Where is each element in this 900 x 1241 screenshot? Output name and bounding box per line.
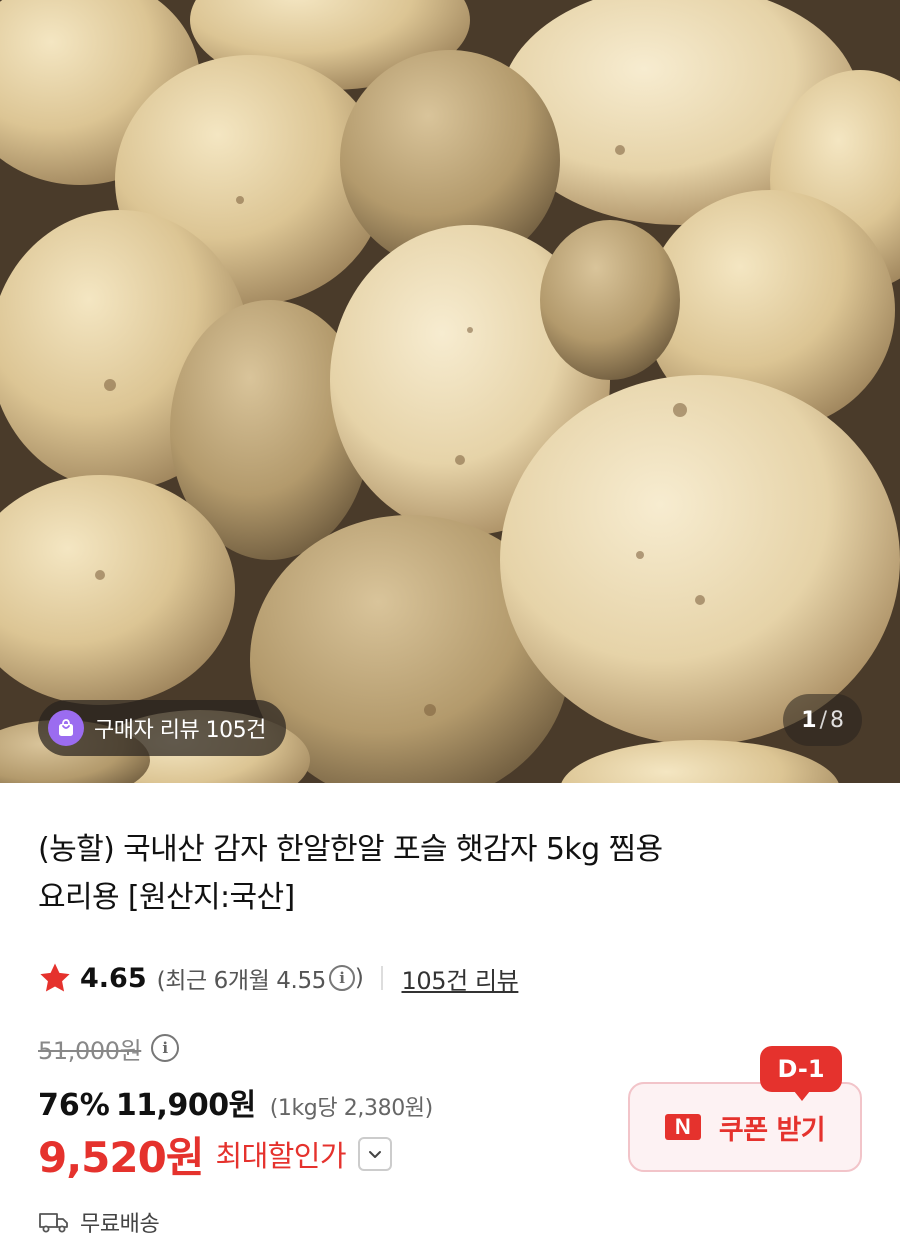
star-icon — [40, 963, 70, 992]
truck-icon — [39, 1213, 68, 1233]
shipping-row: 무료배송 — [38, 1204, 160, 1240]
discount-rate: 76% — [38, 1088, 110, 1123]
potatoes-photo — [0, 0, 900, 783]
chevron-down-icon — [368, 1151, 381, 1158]
buyer-review-chip[interactable]: 구매자 리뷰 105건 — [38, 700, 286, 756]
product-image-carousel[interactable]: 구매자 리뷰 105건 1 / 8 — [0, 0, 900, 783]
image-counter-separator: / — [819, 707, 827, 733]
max-discount-toggle[interactable] — [357, 1137, 392, 1171]
review-count-link[interactable]: 105건 리뷰 — [401, 961, 518, 996]
recent-rating-text: (최근 6개월 4.55 — [156, 968, 327, 994]
image-counter-current: 1 — [801, 707, 817, 733]
unit-price: (1kg당 2,380원) — [269, 1096, 434, 1121]
product-title-line1: (농할) 국내산 감자 한알한알 포슬 햇감자 5kg 찜용 — [38, 832, 663, 867]
final-price-row: 9,520원 최대할인가 — [38, 1126, 392, 1182]
sale-price: 11,900원 — [115, 1088, 256, 1123]
naver-n-icon: N — [664, 1114, 701, 1140]
divider — [381, 966, 384, 990]
info-icon[interactable]: i — [328, 965, 355, 991]
product-title-line2: 요리용 [원산지:국산] — [38, 880, 295, 915]
final-price: 9,520원 — [38, 1132, 204, 1182]
coupon-button[interactable]: N 쿠폰 받기 — [628, 1082, 862, 1172]
coupon-label: 쿠폰 받기 — [718, 1114, 826, 1146]
rating-row: 4.65 (최근 6개월 4.55 i ) 105건 리뷰 — [38, 958, 519, 998]
price-info-icon[interactable]: i — [151, 1034, 180, 1062]
sale-price-row: 76% 11,900원 (1kg당 2,380원) — [38, 1080, 434, 1123]
original-price: 51,000원 — [38, 1036, 142, 1065]
original-price-row: 51,000원 i — [38, 1030, 180, 1066]
recent-rating-close: ) — [354, 965, 364, 991]
review-chip-label: 구매자 리뷰 105건 — [94, 718, 266, 743]
rating-value: 4.65 — [80, 962, 147, 994]
recent-rating: (최근 6개월 4.55 i ) — [157, 961, 364, 995]
image-counter: 1 / 8 — [783, 694, 862, 746]
shopping-bag-icon — [48, 710, 84, 746]
dday-badge: D-1 — [760, 1046, 842, 1101]
max-discount-label: 최대할인가 — [215, 1139, 347, 1173]
product-title: (농할) 국내산 감자 한알한알 포슬 햇감자 5kg 찜용 요리용 [원산지:… — [38, 826, 838, 922]
shipping-label: 무료배송 — [80, 1212, 160, 1237]
image-counter-total: 8 — [830, 707, 844, 733]
